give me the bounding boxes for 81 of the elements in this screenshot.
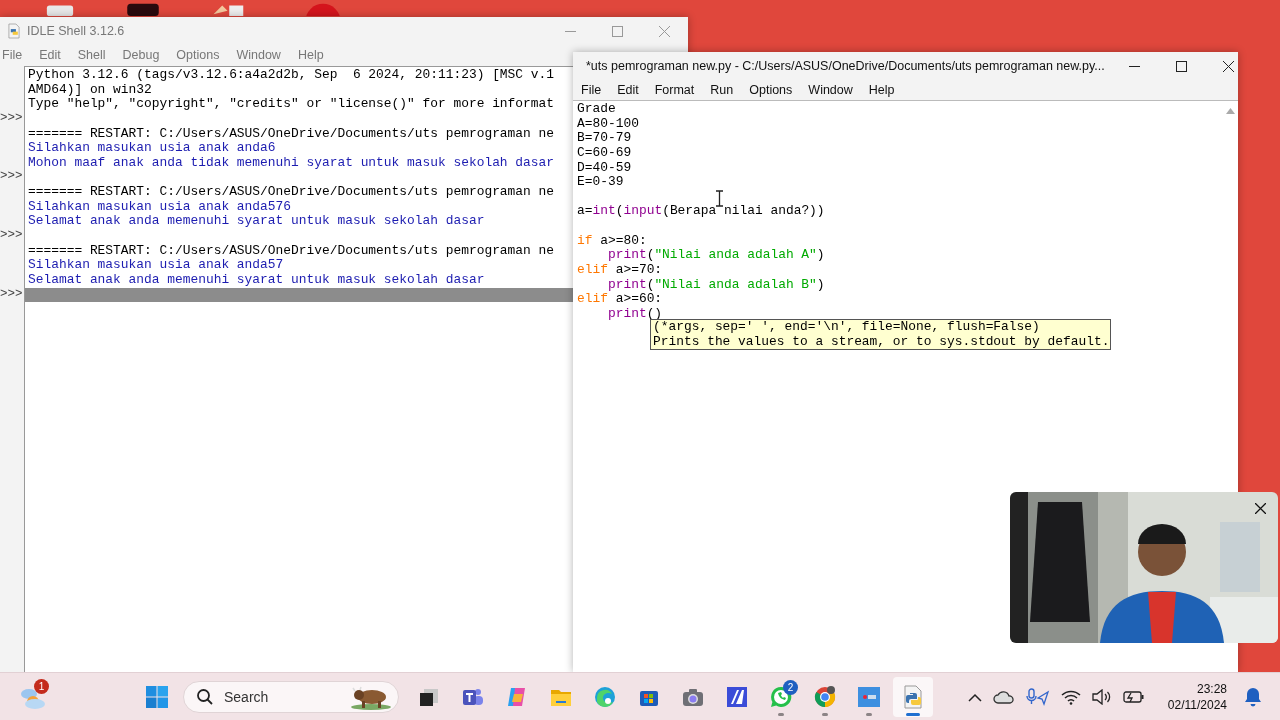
close-icon xyxy=(1254,502,1266,514)
menu-item[interactable]: Window xyxy=(236,48,281,62)
calltip-line: (*args, sep=' ', end='\n', file=None, flush=False) xyxy=(653,320,1041,335)
camera-icon xyxy=(681,686,705,708)
code-line: E=0-39 xyxy=(577,174,624,190)
window-title: IDLE Shell 3.12.6 xyxy=(27,24,125,38)
task-view-icon xyxy=(418,686,440,708)
shell-prompt: >>> xyxy=(0,228,23,243)
clock-date[interactable]: 02/11/2024 xyxy=(1167,697,1227,713)
shell-line: Silahkan masukan usia anak anda576 xyxy=(28,198,291,214)
close-icon xyxy=(659,25,670,37)
code-line: D=40-59 xyxy=(577,159,632,175)
bison-icon xyxy=(350,684,392,710)
taskbar-button[interactable]: 2 xyxy=(761,677,801,717)
chat-bubble-icon xyxy=(769,685,793,709)
code-line: elif a>=70: xyxy=(577,262,663,278)
menu-item[interactable]: Run xyxy=(710,83,734,97)
code-line: A=80-100 xyxy=(577,115,639,131)
menu-item[interactable]: Options xyxy=(749,83,793,97)
browser-icon xyxy=(594,686,616,708)
shell-prompt: >>> xyxy=(0,110,23,125)
shell-line: Silahkan masukan usia anak anda57 xyxy=(28,257,284,273)
window-title: *uts pemrograman new.py - C:/Users/ASUS/OneDrive/Documents/uts pemrograman new.py... xyxy=(586,59,1105,73)
code-line: B=70-79 xyxy=(577,130,632,146)
cloud-icon[interactable] xyxy=(992,690,1015,704)
code-line: elif a>=60: xyxy=(577,291,663,307)
shell-line: Type "help", "copyright", "credits" or "license()" for more informat xyxy=(28,96,555,112)
calltip-line: Prints the values to a stream, or to sys.stdout by default. xyxy=(653,334,1110,349)
code-line: if a>=80: xyxy=(577,232,647,248)
microphone-icon[interactable] xyxy=(1025,688,1050,706)
menu-item[interactable]: Debug xyxy=(122,48,160,62)
menu-item[interactable]: Edit xyxy=(39,48,61,62)
bell-icon[interactable] xyxy=(1244,687,1262,707)
python-file-icon xyxy=(7,23,21,39)
shell-line: ======= RESTART: C:/Users/ASUS/OneDrive/Documents/uts pemrograman ne xyxy=(28,125,555,141)
app-icon xyxy=(726,686,748,708)
shell-prompt: >>> xyxy=(0,169,23,184)
circle-logo-icon xyxy=(813,685,837,709)
wifi-icon[interactable] xyxy=(1060,689,1081,705)
shell-line: Mohon maaf anak anda tidak memenuhi syarat untuk masuk sekolah dasar xyxy=(28,154,555,170)
menu-item[interactable]: Options xyxy=(176,48,220,62)
shell-line: ======= RESTART: C:/Users/ASUS/OneDrive/Documents/uts pemrograman ne xyxy=(28,242,555,258)
menu-item[interactable]: Edit xyxy=(617,83,639,97)
desktop-icon[interactable] xyxy=(125,2,161,16)
code-line: print("Nilai anda adalah B") xyxy=(607,276,825,292)
search-icon xyxy=(196,688,214,706)
recorder-icon xyxy=(857,686,881,708)
python-file-icon xyxy=(902,685,924,709)
close-icon xyxy=(1222,60,1234,72)
windows-icon xyxy=(145,685,169,709)
menu-item[interactable]: Help xyxy=(297,48,324,62)
shell-prompt: >>> xyxy=(0,286,23,301)
code-line: C=60-69 xyxy=(577,144,632,160)
search-button[interactable]: Search xyxy=(183,681,399,713)
menu-item[interactable]: Format xyxy=(654,83,695,97)
chevron-up-icon[interactable] xyxy=(967,692,982,702)
people-icon xyxy=(461,686,485,708)
maximize-icon xyxy=(1175,60,1187,72)
shell-line: AMD64)] on win32 xyxy=(28,81,152,97)
notification-badge: 2 xyxy=(783,680,798,695)
shell-text-area[interactable] xyxy=(24,66,573,672)
code-line: print("Nilai anda adalah A") xyxy=(607,247,825,263)
weather-button[interactable]: 1 xyxy=(13,677,53,717)
shell-line: Python 3.12.6 (tags/v3.12.6:a4a2d2b, Sep 6 2024, 20:11:23) [MSC v.1 xyxy=(28,67,555,82)
text-cursor-icon xyxy=(715,190,724,207)
notification-badge: 1 xyxy=(34,679,49,694)
menu-item[interactable]: Help xyxy=(868,83,895,97)
maximize-icon xyxy=(612,25,623,37)
battery-icon[interactable] xyxy=(1122,690,1145,704)
shell-line: ======= RESTART: C:/Users/ASUS/OneDrive/Documents/uts pemrograman ne xyxy=(28,184,555,200)
menu-item[interactable]: File xyxy=(581,83,602,97)
code-line: Grade xyxy=(577,101,616,116)
shell-line: Selamat anak anda memenuhi syarat untuk masuk sekolah dasar xyxy=(28,213,485,229)
shell-line: Selamat anak anda memenuhi syarat untuk masuk sekolah dasar xyxy=(28,271,485,287)
menu-item[interactable]: Window xyxy=(808,83,853,97)
shell-line: Silahkan masukan usia anak anda6 xyxy=(28,140,276,156)
menu-item[interactable]: File xyxy=(2,48,23,62)
menu-item[interactable]: Shell xyxy=(77,48,106,62)
volume-icon[interactable] xyxy=(1091,689,1112,705)
clock-time[interactable]: 23:28 xyxy=(1196,681,1227,697)
code-line: a=int(input(Berapa nilai anda?)) xyxy=(577,203,825,219)
